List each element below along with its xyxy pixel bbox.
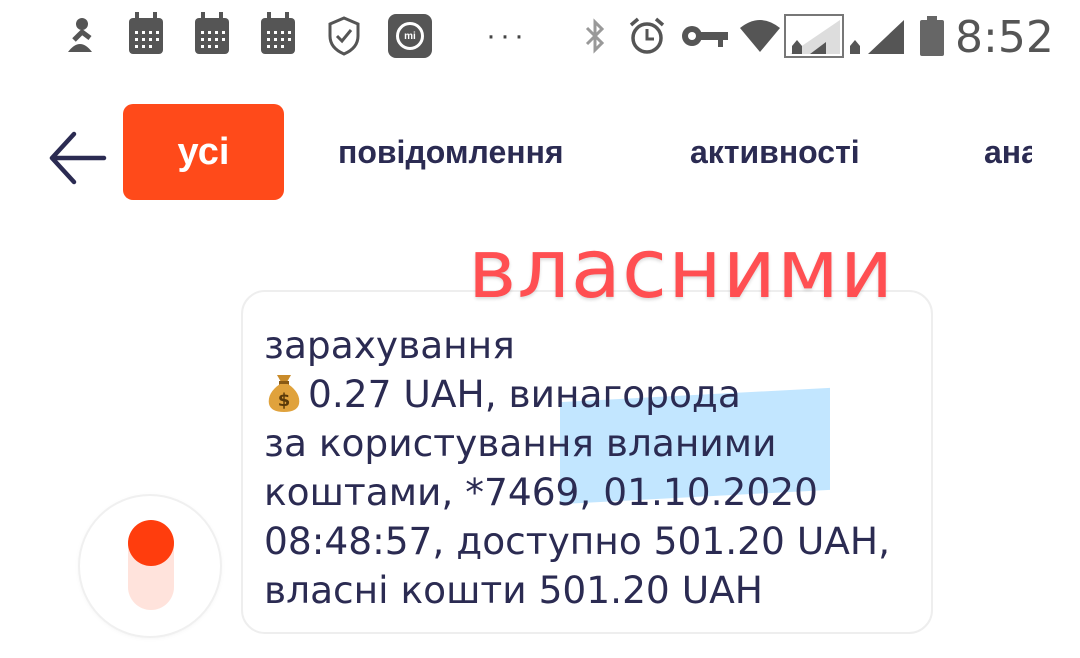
more-dots-icon: ··· [486, 19, 528, 52]
signal-sim1-icon [784, 14, 844, 58]
status-bar: mi ··· 8:52 [0, 0, 1080, 76]
tab-all[interactable]: усі [123, 104, 284, 200]
message-line-amount: $ 0.27 UAH, винагорода [264, 370, 904, 419]
alarm-icon [627, 14, 667, 58]
message-line: зарахування [264, 323, 515, 367]
battery-icon [919, 14, 945, 58]
message-text: зарахування $ 0.27 UAH, винагорода за ко… [264, 321, 904, 615]
message-line: 08:48:57, доступно 501.20 UAH, [264, 519, 891, 563]
svg-text:$: $ [278, 390, 291, 411]
message-line: за користування вланими [264, 421, 777, 465]
wifi-icon [738, 14, 782, 58]
message-line: 0.27 UAH, винагорода [308, 372, 741, 416]
tab-messages[interactable]: повідомлення [338, 104, 564, 200]
back-arrow-icon[interactable] [46, 128, 110, 188]
message-line: власні кошти 501.20 UAH [264, 568, 763, 612]
overlay-caption: власними [468, 222, 895, 317]
tab-activities[interactable]: активності [690, 104, 860, 200]
mi-app-icon: mi [388, 14, 432, 58]
meditation-figure-icon [62, 14, 98, 58]
shield-check-icon [326, 14, 362, 58]
calendar-icon [129, 12, 163, 58]
money-bag-icon: $ [264, 371, 304, 413]
message-line: коштами, *7469, 01.10.2020 [264, 470, 818, 514]
toggle-button[interactable] [80, 496, 220, 636]
tab-analytics[interactable]: ана [984, 104, 1032, 200]
calendar-icon [261, 12, 295, 58]
bluetooth-icon [582, 14, 608, 58]
toggle-knob [128, 520, 174, 566]
key-icon [680, 14, 730, 58]
calendar-icon [195, 12, 229, 58]
signal-sim2-icon [848, 14, 908, 58]
status-time: 8:52 [955, 12, 1054, 63]
